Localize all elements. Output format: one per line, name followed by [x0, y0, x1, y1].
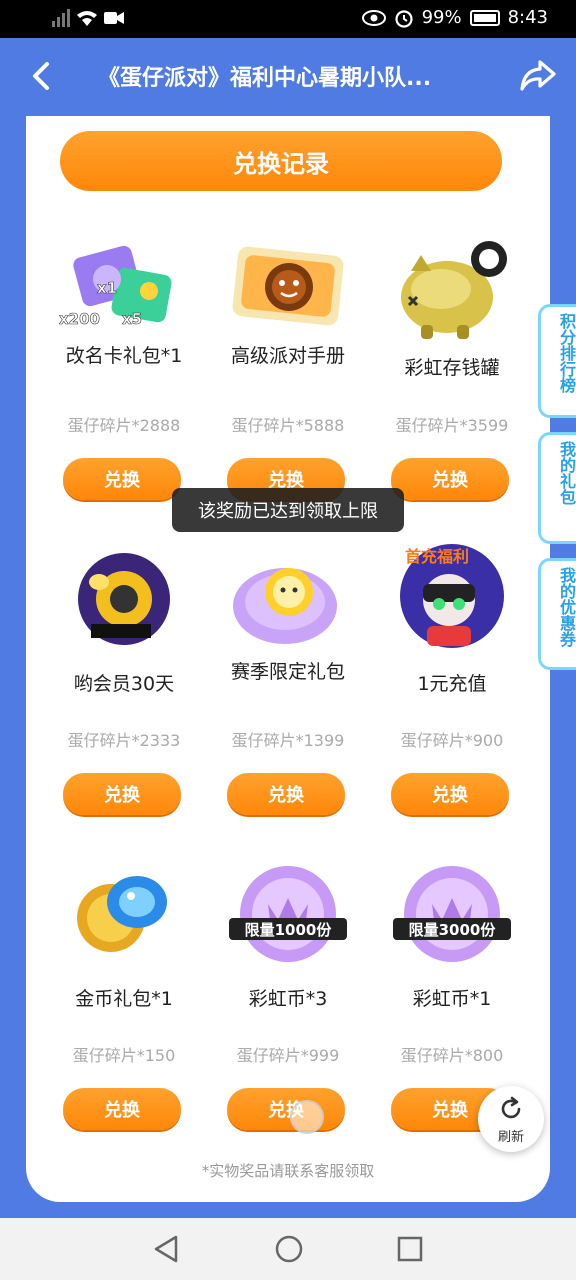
reward-cost: 蛋仔碎片*800 [400, 1046, 504, 1065]
battery-percent: 99% [421, 7, 462, 28]
back-triangle-icon[interactable] [152, 1234, 180, 1264]
title-bar: 《蛋仔派对》福利中心暑期小队... [0, 38, 576, 116]
reward-name: 彩虹币*3 [248, 988, 328, 1010]
wifi-icon [77, 11, 97, 26]
reward-name: 哟会员30天 [73, 673, 175, 695]
art-text-x5: x5 [122, 310, 142, 328]
rainbow-coin-1-image: 限量3000份 [393, 866, 511, 962]
rename-card-pack-image: x1 x200 x5 [59, 245, 172, 328]
exchange-record-button[interactable]: 兑换记录 [60, 131, 502, 191]
reward-name: 赛季限定礼包 [230, 661, 345, 683]
share-icon[interactable] [518, 56, 558, 96]
reward-cost: 蛋仔碎片*900 [400, 731, 504, 750]
eye-icon [361, 9, 386, 26]
art-text-x1: x1 [97, 279, 117, 297]
refresh-label: 刷新 [497, 1130, 524, 1145]
art-text-x200: x200 [59, 310, 100, 328]
rainbow-coin-3-image: 限量1000份 [229, 866, 347, 962]
season-gift-pack-image [233, 568, 337, 644]
refresh-button[interactable]: 刷新 [478, 1086, 544, 1152]
exchange-button[interactable]: 兑换 [227, 773, 345, 815]
touch-indicator [290, 1100, 324, 1134]
status-bar: 99% 8:43 [0, 0, 576, 38]
reward-cost: 蛋仔碎片*2888 [67, 416, 181, 435]
exchange-button[interactable]: 兑换 [391, 773, 509, 815]
side-tab-ranking[interactable]: 积分排行榜 [538, 304, 576, 418]
reward-cost: 蛋仔碎片*2333 [67, 731, 181, 750]
reward-name: 改名卡礼包*1 [65, 345, 183, 367]
battery-icon [469, 9, 500, 26]
reward-cost: 蛋仔碎片*1399 [231, 731, 345, 750]
art-text-limit-1000: 限量1000份 [245, 921, 333, 939]
refresh-icon [501, 1096, 521, 1119]
party-manual-image [232, 246, 344, 326]
reward-name: 高级派对手册 [230, 345, 345, 367]
reward-name: 彩虹存钱罐 [404, 357, 500, 379]
side-tab-my-coupons[interactable]: 我的优惠券 [538, 558, 576, 670]
reward-cost: 蛋仔碎片*5888 [231, 416, 345, 435]
video-icon [104, 12, 124, 24]
page-title: 《蛋仔派对》福利中心暑期小队... [98, 66, 432, 91]
recents-square-icon[interactable] [397, 1234, 423, 1264]
alarm-icon [394, 9, 413, 28]
reward-cost: 蛋仔碎片*999 [236, 1046, 340, 1065]
clock: 8:43 [507, 7, 548, 28]
home-circle-icon[interactable] [274, 1234, 304, 1264]
footer-note: *实物奖品请联系客服领取 [201, 1162, 375, 1180]
back-icon[interactable] [24, 58, 60, 94]
recharge-1yuan-image: 首充福利 [400, 544, 504, 648]
reward-cost: 蛋仔碎片*150 [72, 1046, 176, 1065]
art-text-first-charge: 首充福利 [405, 547, 469, 566]
signal-icon [52, 9, 70, 27]
reward-name: 彩虹币*1 [412, 988, 492, 1010]
art-text-limit-3000: 限量3000份 [409, 921, 497, 939]
exchange-button[interactable]: 兑换 [391, 458, 509, 500]
exchange-button[interactable]: 兑换 [63, 1088, 181, 1130]
toast-message: 该奖励已达到领取上限 [172, 488, 404, 532]
gold-coin-pack-image [77, 876, 167, 952]
reward-cost: 蛋仔碎片*3599 [395, 416, 509, 435]
exchange-button[interactable]: 兑换 [227, 1088, 345, 1130]
rainbow-piggy-bank-image [401, 241, 507, 339]
member-30days-image [78, 553, 170, 645]
side-tab-my-gifts[interactable]: 我的礼包 [538, 432, 576, 544]
rewards-panel: 兑换记录 x1 x200 x5 改名卡礼包*1 蛋仔碎片*2888 兑换 高级派… [26, 116, 550, 1202]
system-nav-bar [0, 1218, 576, 1280]
reward-name: 金币礼包*1 [75, 988, 173, 1010]
exchange-button[interactable]: 兑换 [63, 458, 181, 500]
reward-name: 1元充值 [417, 673, 487, 695]
exchange-button[interactable]: 兑换 [63, 773, 181, 815]
